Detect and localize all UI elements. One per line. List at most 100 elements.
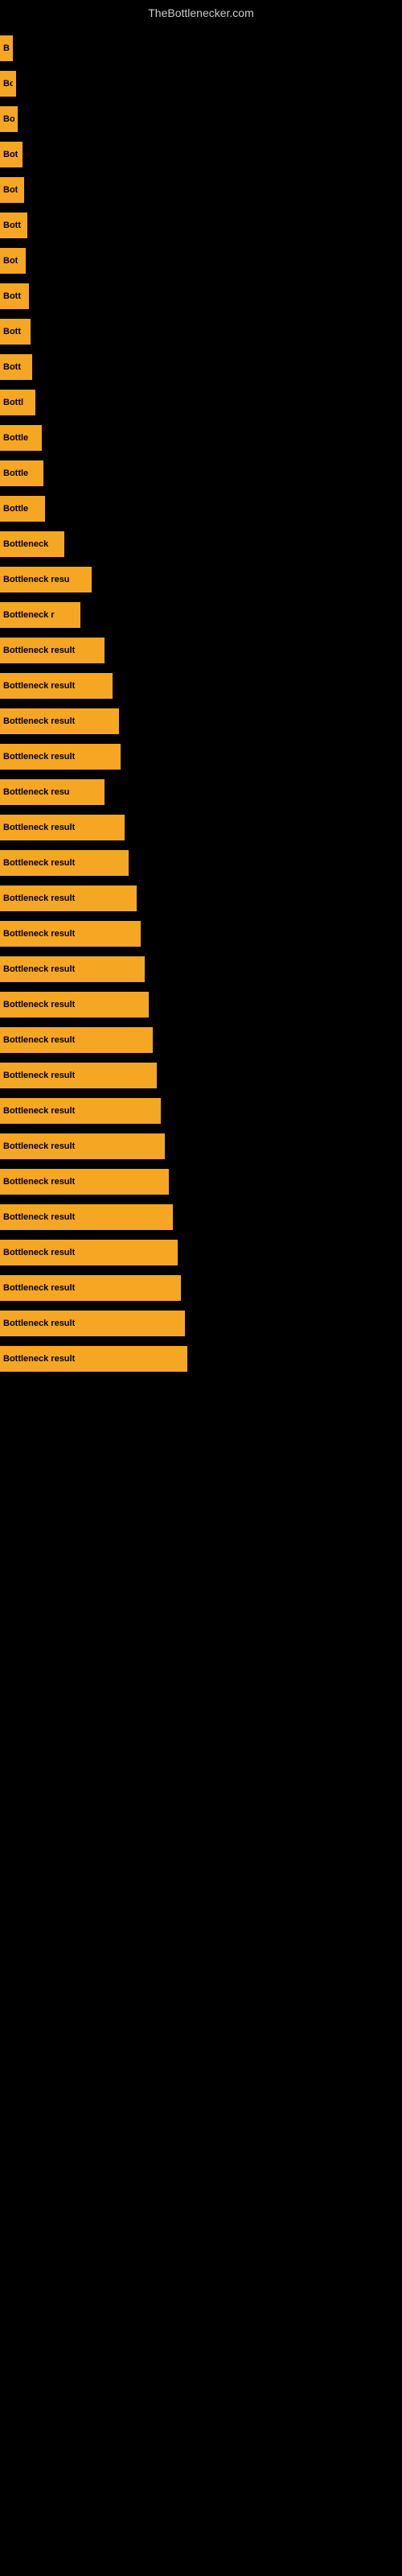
bar-row: Bottleneck result xyxy=(0,704,402,739)
bar-label: Bottleneck result xyxy=(3,1177,75,1187)
bar: Bottleneck result xyxy=(0,850,129,876)
bar: Bottleneck result xyxy=(0,1346,187,1372)
bar-row: Bottleneck result xyxy=(0,1235,402,1270)
bar: Bottleneck result xyxy=(0,1275,181,1301)
bar-label: Bottleneck result xyxy=(3,752,75,762)
bar-label: B xyxy=(3,43,10,53)
bar: Bottleneck result xyxy=(0,638,105,663)
bar-label: Bottleneck result xyxy=(3,1212,75,1222)
bar-row: Bottleneck result xyxy=(0,739,402,774)
bar-label: Bot xyxy=(3,185,18,195)
bar-label: Bottleneck result xyxy=(3,823,75,832)
bar-label: Bottleneck result xyxy=(3,894,75,903)
bar-label: Bo xyxy=(3,79,13,89)
bar: Bottleneck result xyxy=(0,1063,157,1088)
bar-row: Bottleneck resu xyxy=(0,562,402,597)
bar: Bo xyxy=(0,71,16,97)
bar: Bottleneck resu xyxy=(0,567,92,592)
bar: Bot xyxy=(0,142,23,167)
bar-label: Bottleneck resu xyxy=(3,575,70,584)
bar: Bottleneck result xyxy=(0,886,137,911)
bar-label: Bo xyxy=(3,114,14,124)
bar-label: Bottleneck result xyxy=(3,929,75,939)
bar: Bottleneck result xyxy=(0,992,149,1018)
bar-row: Bott xyxy=(0,314,402,349)
bar-label: Bot xyxy=(3,150,18,159)
bar: Bott xyxy=(0,213,27,238)
bar-label: Bottleneck result xyxy=(3,1354,75,1364)
bar-row: Bo xyxy=(0,66,402,101)
bar: Bottleneck result xyxy=(0,744,121,770)
bar-row: Bo xyxy=(0,101,402,137)
bar: Bottleneck result xyxy=(0,708,119,734)
bar-row: Bottleneck result xyxy=(0,1341,402,1377)
bar: Bottleneck result xyxy=(0,1204,173,1230)
bar-label: Bottleneck result xyxy=(3,858,75,868)
bar: Bott xyxy=(0,283,29,309)
bar-label: Bottleneck result xyxy=(3,1106,75,1116)
bar: Bottleneck result xyxy=(0,1098,161,1124)
bar: Bott xyxy=(0,319,31,345)
bar-label: Bott xyxy=(3,327,21,336)
bar: Bottleneck result xyxy=(0,1311,185,1336)
bar: Bottleneck result xyxy=(0,1027,153,1053)
bar-row: Bott xyxy=(0,208,402,243)
bar-label: Bottleneck result xyxy=(3,1071,75,1080)
bar-label: Bottleneck result xyxy=(3,1319,75,1328)
site-title: TheBottlenecker.com xyxy=(0,0,402,23)
bar-row: Bottleneck result xyxy=(0,1199,402,1235)
bar-row: Bottleneck r xyxy=(0,597,402,633)
bar-row: Bot xyxy=(0,137,402,172)
bar: Bottleneck xyxy=(0,531,64,557)
bar-row: Bottleneck result xyxy=(0,952,402,987)
bar-row: Bottle xyxy=(0,420,402,456)
bar-row: Bott xyxy=(0,279,402,314)
bar-row: Bottle xyxy=(0,456,402,491)
bar-row: Bottleneck result xyxy=(0,1129,402,1164)
bar-label: Bott xyxy=(3,221,21,230)
bar-label: Bottleneck result xyxy=(3,646,75,655)
bar-label: Bottle xyxy=(3,433,28,443)
bar-row: Bottleneck result xyxy=(0,1164,402,1199)
bar: Bo xyxy=(0,106,18,132)
bar-label: Bott xyxy=(3,291,21,301)
bar-row: Bottleneck result xyxy=(0,633,402,668)
bars-container: B Bo Bo Bot Bot Bott Bot Bott Bott Bott Bottl Bottl… xyxy=(0,23,402,1377)
bar: Bottle xyxy=(0,496,45,522)
bar-label: Bottleneck result xyxy=(3,964,75,974)
bar-row: B xyxy=(0,31,402,66)
bar-row: Bottleneck result xyxy=(0,987,402,1022)
bar-row: Bot xyxy=(0,172,402,208)
bar-row: Bottleneck result xyxy=(0,916,402,952)
bar-label: Bottleneck xyxy=(3,539,48,549)
bar-row: Bottleneck result xyxy=(0,668,402,704)
bar-row: Bottleneck result xyxy=(0,1093,402,1129)
bar-row: Bottleneck result xyxy=(0,845,402,881)
bar: Bottleneck resu xyxy=(0,779,105,805)
bar-row: Bottleneck result xyxy=(0,1058,402,1093)
bar: Bot xyxy=(0,177,24,203)
bar: Bottl xyxy=(0,390,35,415)
bar-row: Bottleneck resu xyxy=(0,774,402,810)
bar: B xyxy=(0,35,13,61)
bar-label: Bottleneck resu xyxy=(3,787,70,797)
bar-label: Bottleneck result xyxy=(3,716,75,726)
bar-label: Bottleneck result xyxy=(3,681,75,691)
bar-row: Bottleneck result xyxy=(0,1022,402,1058)
bar: Bottleneck result xyxy=(0,815,125,840)
bar-row: Bottleneck result xyxy=(0,810,402,845)
bar-row: Bottleneck xyxy=(0,526,402,562)
bar: Bot xyxy=(0,248,26,274)
bar-label: Bottleneck result xyxy=(3,1248,75,1257)
bar-label: Bott xyxy=(3,362,21,372)
bar-label: Bottleneck r xyxy=(3,610,55,620)
bar: Bottleneck result xyxy=(0,956,145,982)
bar-row: Bottleneck result xyxy=(0,1270,402,1306)
bar-label: Bottle xyxy=(3,504,28,514)
bar-label: Bot xyxy=(3,256,18,266)
bar-label: Bottleneck result xyxy=(3,1283,75,1293)
bar: Bottle xyxy=(0,425,42,451)
bar: Bottleneck result xyxy=(0,921,141,947)
bar-label: Bottl xyxy=(3,398,23,407)
bar-label: Bottleneck result xyxy=(3,1141,75,1151)
